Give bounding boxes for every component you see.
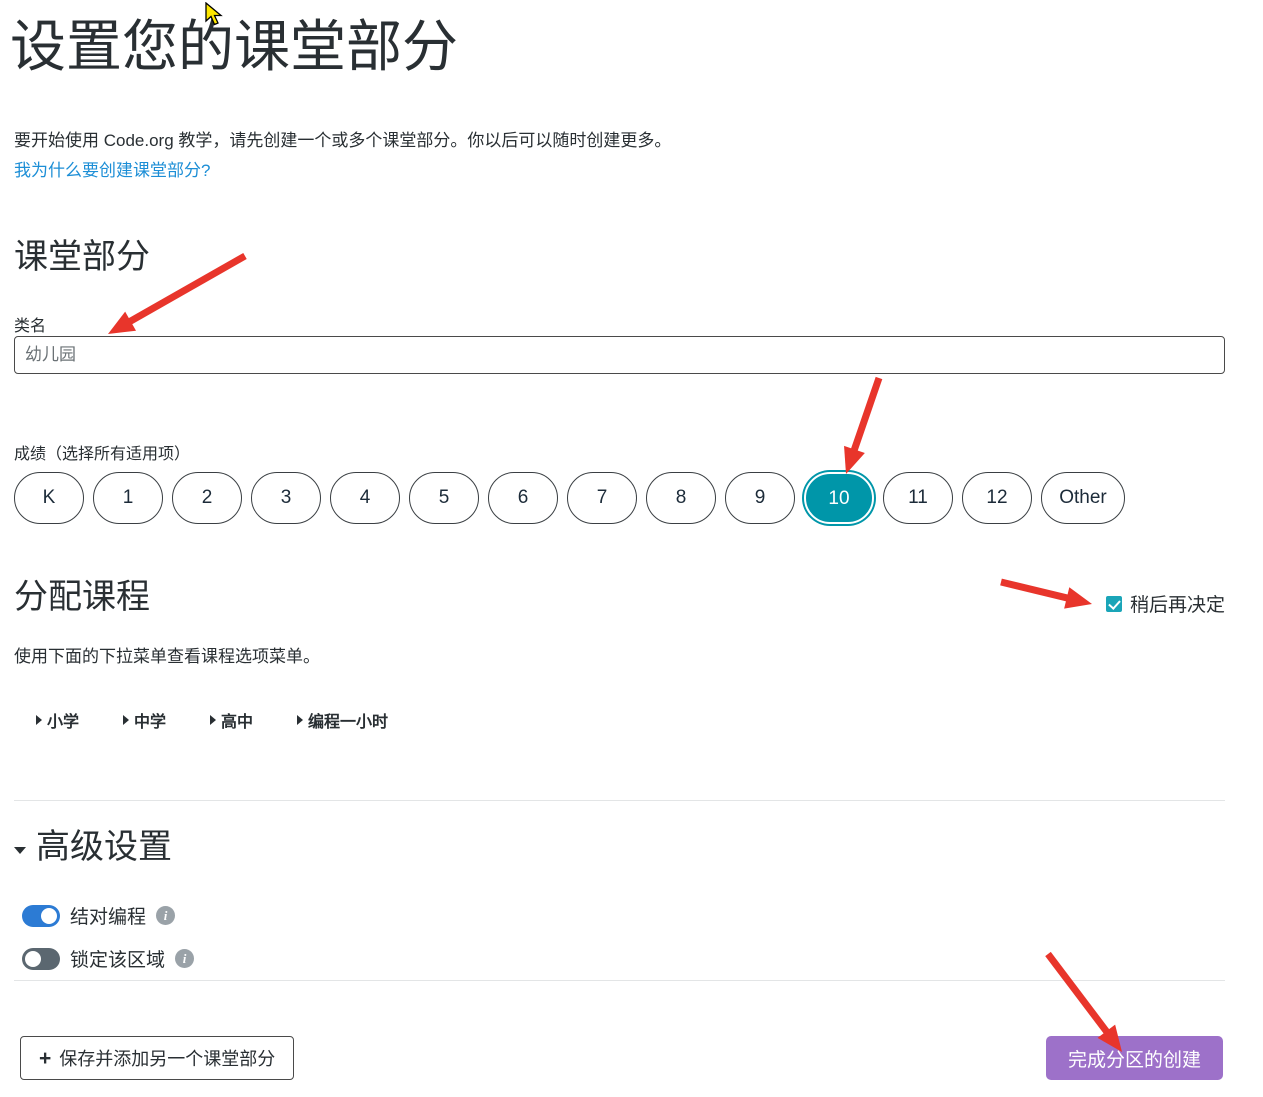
grade-pill-3[interactable]: 3 (251, 472, 321, 524)
decide-later-checkbox-row[interactable]: 稍后再决定 (1106, 590, 1225, 617)
arrow-to-grade-10-head (844, 446, 865, 474)
divider-above-footer (14, 980, 1225, 981)
chevron-right-icon (123, 715, 129, 725)
grade-pill-6[interactable]: 6 (488, 472, 558, 524)
grade-pill-other[interactable]: Other (1041, 472, 1125, 524)
arrow-to-finish-button-shaft (1048, 954, 1109, 1034)
course-category-4[interactable]: 编程一小时 (297, 708, 388, 732)
course-category-3[interactable]: 高中 (210, 708, 253, 732)
chevron-right-icon (36, 715, 42, 725)
toggle-knob (41, 908, 57, 924)
course-category-1[interactable]: 小学 (36, 708, 79, 732)
info-icon[interactable]: i (156, 906, 175, 925)
grade-pill-11[interactable]: 11 (883, 472, 953, 524)
class-sections-heading: 课堂部分 (14, 238, 150, 277)
lock-section-toggle[interactable] (22, 948, 60, 970)
arrow-to-class-name-input-head (108, 312, 136, 334)
save-and-add-another-section-button[interactable]: + 保存并添加另一个课堂部分 (20, 1036, 294, 1080)
class-name-label: 类名 (14, 312, 46, 336)
lock-section-label: 锁定该区域 (70, 945, 165, 972)
course-category-label: 中学 (134, 708, 166, 732)
chevron-right-icon (297, 715, 303, 725)
why-create-section-link[interactable]: 我为什么要创建课堂部分? (14, 158, 210, 184)
info-icon[interactable]: i (175, 949, 194, 968)
decide-later-checkbox[interactable] (1106, 596, 1122, 612)
grade-pill-8[interactable]: 8 (646, 472, 716, 524)
decide-later-label: 稍后再决定 (1130, 590, 1225, 617)
course-category-label: 高中 (221, 708, 253, 732)
pair-programming-toggle[interactable] (22, 905, 60, 927)
chevron-right-icon (210, 715, 216, 725)
grade-pill-12[interactable]: 12 (962, 472, 1032, 524)
arrow-to-grade-10-shaft (853, 378, 879, 453)
assign-courses-heading: 分配课程 (14, 578, 150, 617)
grade-pill-10[interactable]: 10 (804, 472, 874, 524)
grade-pill-7[interactable]: 7 (567, 472, 637, 524)
arrow-to-decide-later-shaft (1001, 582, 1071, 599)
course-category-2[interactable]: 中学 (123, 708, 166, 732)
save-and-add-another-section-label: 保存并添加另一个课堂部分 (59, 1045, 275, 1071)
advanced-settings-title: 高级设置 (36, 828, 172, 867)
arrow-to-decide-later-head (1064, 587, 1092, 608)
plus-icon: + (39, 1048, 51, 1069)
lock-section-row: 锁定该区域 i (22, 945, 194, 972)
advanced-settings-toggle-header[interactable]: 高级设置 (14, 828, 172, 867)
toggle-knob (25, 951, 41, 967)
grade-pill-5[interactable]: 5 (409, 472, 479, 524)
grade-pill-4[interactable]: 4 (330, 472, 400, 524)
divider-above-advanced (14, 800, 1225, 801)
class-name-input[interactable] (14, 336, 1225, 374)
grade-pill-9[interactable]: 9 (725, 472, 795, 524)
grade-label: 成绩（选择所有适用项） (14, 440, 190, 464)
grade-pill-2[interactable]: 2 (172, 472, 242, 524)
class-section-setup-page: 设置您的课堂部分 要开始使用 Code.org 教学，请先创建一个或多个课堂部分… (0, 0, 1263, 1097)
page-title: 设置您的课堂部分 (10, 16, 458, 78)
course-category-label: 小学 (47, 708, 79, 732)
pair-programming-label: 结对编程 (70, 902, 146, 929)
chevron-down-icon (14, 847, 26, 854)
grade-pill-k[interactable]: K (14, 472, 84, 524)
course-category-list: 小学 中学 高中 编程一小时 (36, 708, 388, 732)
pair-programming-row: 结对编程 i (22, 902, 175, 929)
intro-text: 要开始使用 Code.org 教学，请先创建一个或多个课堂部分。你以后可以随时创… (14, 128, 671, 154)
grade-pill-1[interactable]: 1 (93, 472, 163, 524)
grade-pill-group: K123456789101112Other (14, 472, 1125, 524)
course-category-label: 编程一小时 (308, 708, 388, 732)
finish-creating-sections-button[interactable]: 完成分区的创建 (1046, 1036, 1223, 1080)
assign-courses-description: 使用下面的下拉菜单查看课程选项菜单。 (14, 642, 320, 667)
